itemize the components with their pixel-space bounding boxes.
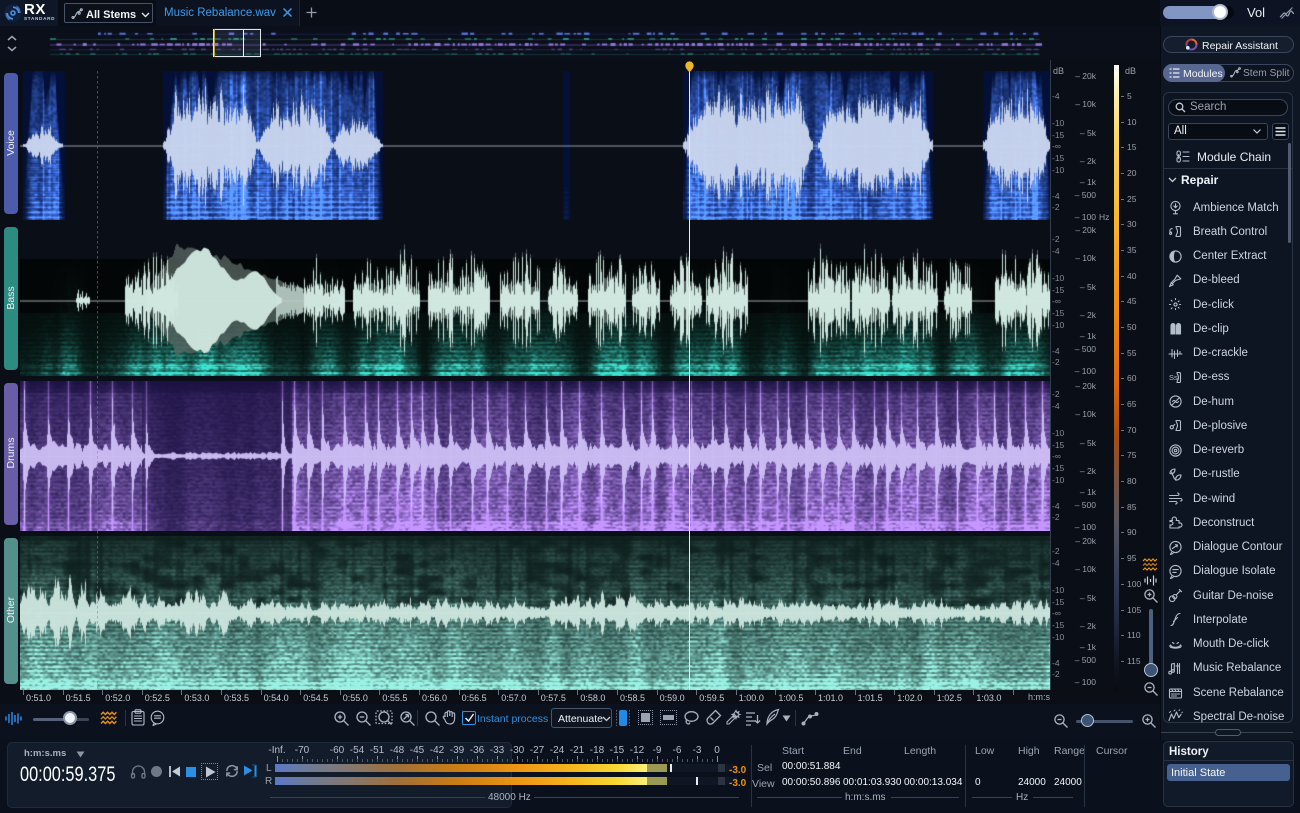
svg-text:Ss: Ss: [1169, 373, 1178, 382]
